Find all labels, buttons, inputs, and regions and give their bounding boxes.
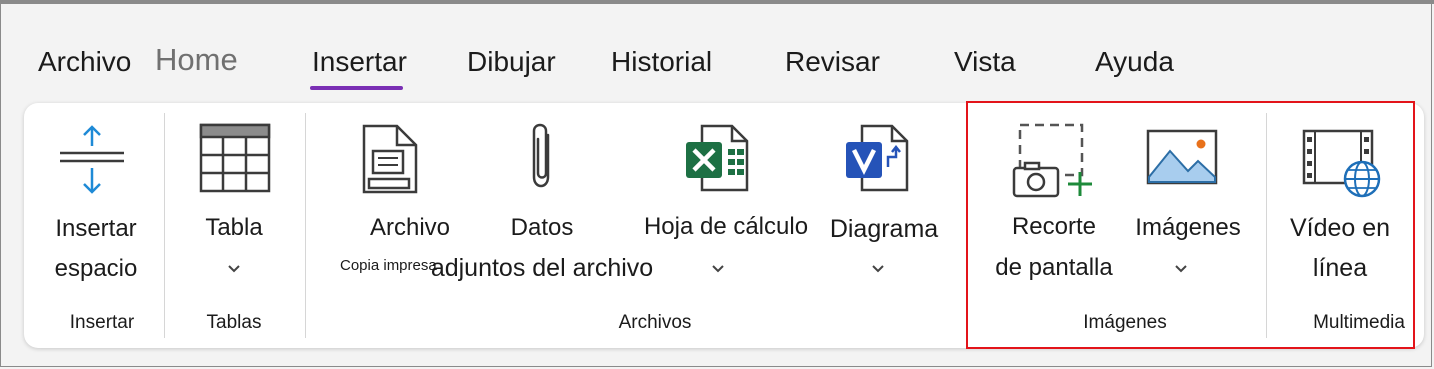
- file-printout-label: Archivo: [369, 214, 451, 241]
- file-data-label-2: adjuntos del archivo: [430, 254, 654, 282]
- tab-archivo[interactable]: Archivo: [38, 44, 131, 80]
- tab-insertar[interactable]: Insertar: [312, 44, 407, 80]
- chevron-down-icon[interactable]: [711, 264, 725, 274]
- table-icon: [199, 123, 271, 193]
- tab-historial[interactable]: Historial: [611, 44, 712, 80]
- excel-icon: [686, 124, 749, 192]
- highlight-box: [966, 101, 1415, 349]
- tab-vista[interactable]: Vista: [954, 44, 1016, 80]
- file-printout-icon: [362, 124, 418, 194]
- paperclip-icon: [532, 123, 550, 188]
- spreadsheet-label: Hoja de cálculo: [643, 213, 809, 240]
- file-printout-sub-label: Copia impresa: [340, 257, 437, 274]
- diagram-label: Diagrama: [829, 215, 939, 243]
- chevron-down-icon[interactable]: [227, 264, 241, 274]
- group-label-files: Archivos: [618, 312, 692, 333]
- tab-revisar[interactable]: Revisar: [785, 44, 880, 80]
- file-data-label: Datos: [510, 214, 574, 241]
- group-label-tables: Tablas: [206, 312, 262, 333]
- tab-home[interactable]: Home: [155, 42, 238, 78]
- window-top-border: [0, 0, 1434, 4]
- insert-space-label-2: espacio: [54, 255, 138, 282]
- group-separator: [164, 113, 165, 338]
- chevron-down-icon[interactable]: [871, 264, 885, 274]
- table-label: Tabla: [205, 214, 263, 241]
- tab-dibujar[interactable]: Dibujar: [467, 44, 556, 80]
- group-separator: [305, 113, 306, 338]
- tab-ayuda[interactable]: Ayuda: [1095, 44, 1174, 80]
- active-tab-indicator: [310, 86, 403, 90]
- insert-space-label-1: Insertar: [55, 215, 137, 242]
- visio-icon: [846, 124, 909, 192]
- group-label-insert: Insertar: [69, 312, 135, 333]
- insert-space-icon: [60, 125, 124, 194]
